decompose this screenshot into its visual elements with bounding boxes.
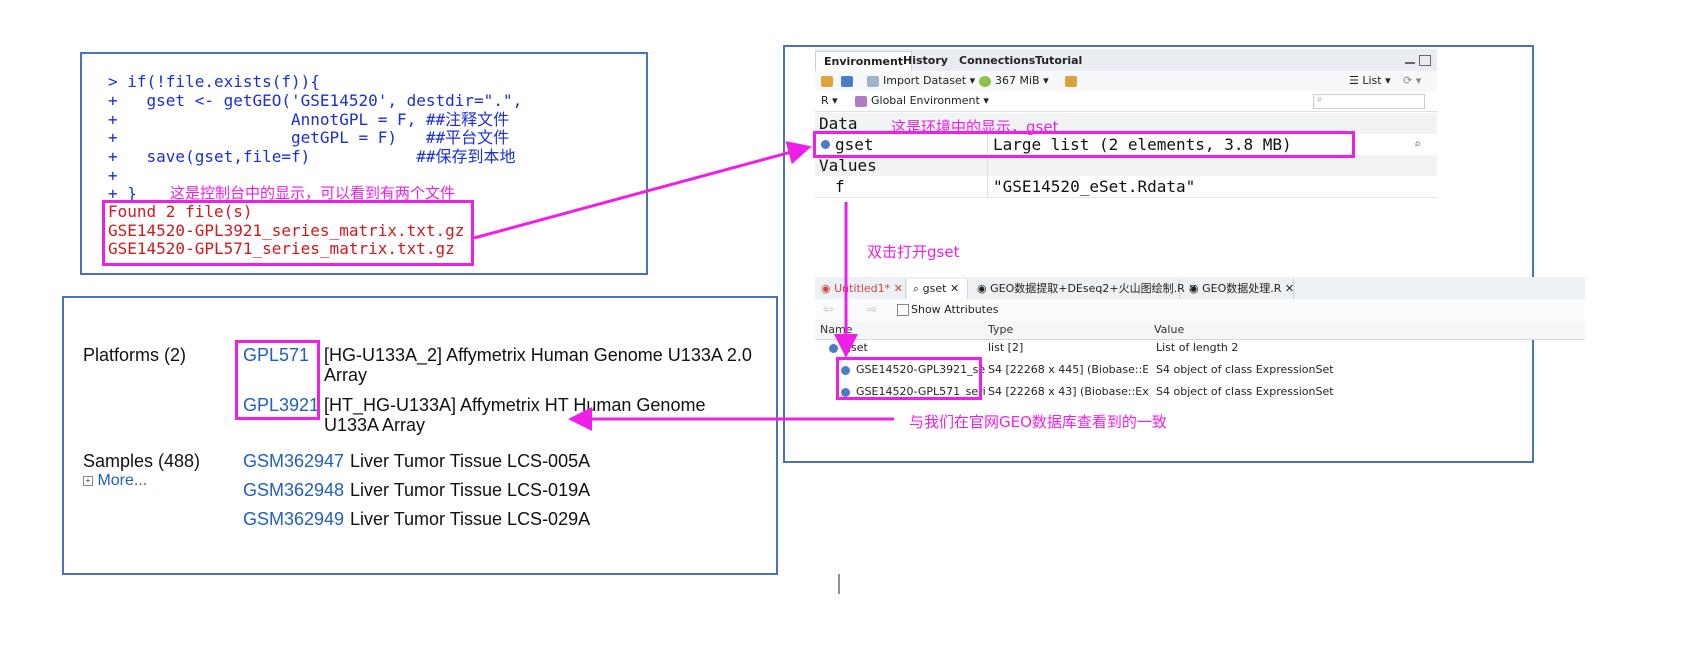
- env-tabbar: Environment History Connections Tutorial: [815, 49, 1437, 72]
- row-type: list [2]: [988, 341, 1024, 354]
- sample-link[interactable]: GSM362947: [243, 451, 344, 472]
- platform-desc: [HG-U133A_2] Affymetrix Human Genome U13…: [324, 345, 752, 385]
- row-type: S4 [22268 x 445] (Biobase::Expres: [988, 363, 1148, 376]
- tab-history[interactable]: History: [895, 51, 956, 71]
- clear-workspace-icon[interactable]: [1065, 74, 1081, 87]
- platform-desc: [HT_HG-U133A] Affymetrix HT Human Genome…: [324, 395, 706, 435]
- open-gset-note: 双击打开gset: [867, 243, 960, 261]
- refresh-icon[interactable]: ⟳ ▾: [1403, 74, 1421, 87]
- values-section-header: Values: [815, 155, 1437, 176]
- show-attributes-label: Show Attributes: [911, 303, 999, 316]
- import-label: Import Dataset: [883, 74, 967, 87]
- row-value: S4 object of class ExpressionSet: [1156, 363, 1334, 376]
- search-icon: ⌕: [1317, 94, 1323, 105]
- back-icon[interactable]: ⇦: [823, 302, 833, 316]
- tab-tutorial[interactable]: Tutorial: [1027, 51, 1090, 71]
- row-value: List of length 2: [1156, 341, 1239, 354]
- column-value[interactable]: Value: [1154, 323, 1184, 336]
- environment-select[interactable]: Global Environment ▾: [855, 94, 989, 107]
- env-scope-bar: R ▾ Global Environment ▾ ⌕: [815, 91, 1437, 112]
- viewer-row[interactable]: gset list [2] List of length 2: [815, 337, 1585, 359]
- tab-label: gset: [922, 282, 947, 295]
- gpl-highlight: [235, 340, 320, 420]
- column-name[interactable]: Name: [820, 323, 852, 336]
- environment-icon: [855, 95, 867, 107]
- env-search-input[interactable]: ⌕: [1313, 94, 1425, 109]
- column-type[interactable]: Type: [988, 323, 1013, 336]
- maximize-icon[interactable]: [1419, 55, 1431, 66]
- console-line: +: [108, 166, 118, 185]
- more-label: More...: [97, 472, 148, 489]
- tab-label: Untitled1*: [834, 282, 891, 295]
- import-dataset-button[interactable]: Import Dataset ▾: [867, 74, 975, 87]
- viewer-tabbar: ◉ Untitled1* ✕ ⌕ gset ✕ ◉ GEO数据提取+DEseq2…: [815, 277, 1585, 300]
- expand-plus-icon: +: [83, 475, 93, 486]
- rstudio-panel: Environment History Connections Tutorial…: [783, 45, 1585, 463]
- show-attributes-checkbox[interactable]: [897, 304, 909, 316]
- view-label: List: [1362, 74, 1382, 87]
- row-name-text: gset: [844, 341, 868, 354]
- geo-panel: Platforms (2) GPL571 [HG-U133A_2] Affyme…: [62, 296, 778, 575]
- env-toolbar: Import Dataset ▾ 367 MiB ▾ ☰ List ▾ ⟳ ▾: [815, 71, 1437, 92]
- tab-gset[interactable]: ⌕ gset ✕: [907, 279, 968, 299]
- viewer-toolbar: ⇦ ⇨ Show Attributes: [815, 299, 1585, 322]
- row-value: S4 object of class ExpressionSet: [1156, 385, 1334, 398]
- table-icon: [867, 75, 879, 87]
- sample-link[interactable]: GSM362948: [243, 480, 344, 501]
- forward-icon[interactable]: ⇨: [867, 302, 877, 316]
- sample-desc: Liver Tumor Tissue LCS-005A: [350, 451, 591, 471]
- save-workspace-icon[interactable]: [841, 74, 857, 87]
- environment-label: Global Environment: [871, 94, 980, 107]
- tab-geo-script[interactable]: ◉ GEO数据提取+DEseq2+火山图绘制.R ✕: [971, 279, 1197, 299]
- console-line: + AnnotGPL = F, ##注释文件: [108, 110, 510, 129]
- more-samples-link[interactable]: + More...: [83, 472, 147, 490]
- gset-elements-highlight: [836, 357, 982, 400]
- collapse-icon[interactable]: [829, 343, 838, 353]
- console-output-highlight: [102, 200, 474, 266]
- samples-label: Samples (488): [83, 451, 201, 471]
- console-line: + getGPL = F) ##平台文件: [108, 128, 510, 147]
- memory-label: 367 MiB: [995, 74, 1040, 87]
- console-line: + save(gset,file=f) ##保存到本地: [108, 147, 516, 166]
- pie-chart-icon: [979, 75, 991, 87]
- values-header: Values: [819, 156, 877, 175]
- view-data-icon[interactable]: ⌕: [1414, 134, 1421, 155]
- memory-usage-button[interactable]: 367 MiB ▾: [979, 74, 1049, 87]
- console-line: + gset <- getGEO('GSE14520', destdir="."…: [108, 91, 523, 110]
- row-name: gset: [829, 337, 979, 359]
- env-row-f[interactable]: f "GSE14520_eSet.Rdata": [815, 176, 1437, 198]
- tab-geo-processing[interactable]: ◉ GEO数据处理.R ✕: [1183, 279, 1294, 299]
- console-line: > if(!file.exists(f)){: [108, 72, 320, 91]
- sample-link[interactable]: GSM362949: [243, 509, 344, 530]
- sample-desc: Liver Tumor Tissue LCS-029A: [350, 509, 591, 529]
- tab-label: GEO数据处理.R: [1202, 282, 1282, 295]
- row-type: S4 [22268 x 43] (Biobase::Express: [988, 385, 1148, 398]
- load-workspace-icon[interactable]: [821, 74, 837, 87]
- env-var-value: "GSE14520_eSet.Rdata": [993, 177, 1196, 196]
- minimize-icon[interactable]: [1405, 59, 1415, 64]
- language-select[interactable]: R ▾: [821, 94, 838, 107]
- view-mode-button[interactable]: ☰ List ▾: [1349, 74, 1391, 87]
- tab-label: GEO数据提取+DEseq2+火山图绘制.R: [990, 282, 1185, 295]
- sample-desc: Liver Tumor Tissue LCS-019A: [350, 480, 591, 500]
- gset-env-highlight: [813, 131, 1355, 158]
- env-var-name: f: [835, 177, 845, 196]
- platforms-label: Platforms (2): [83, 345, 187, 365]
- language-label: R: [821, 94, 829, 107]
- tab-untitled1[interactable]: ◉ Untitled1* ✕: [815, 279, 906, 299]
- match-note: 与我们在官网GEO数据库查看到的一致: [909, 413, 1167, 431]
